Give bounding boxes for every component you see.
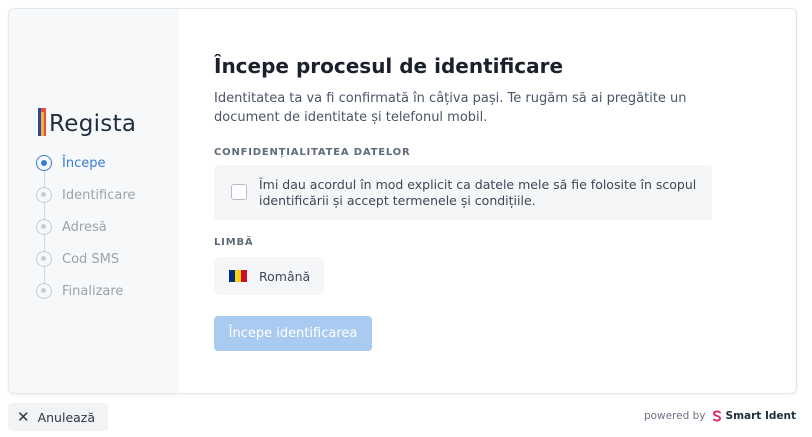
step-active-icon <box>36 155 52 171</box>
step-identificare: Identificare <box>36 179 136 219</box>
step-pending-icon <box>36 251 52 267</box>
page-title: Începe procesul de identificare <box>214 54 564 78</box>
cancel-button[interactable]: ✕ Anulează <box>8 403 108 431</box>
step-label: Cod SMS <box>62 251 120 267</box>
romania-flag-icon <box>229 270 247 282</box>
language-section-label: LIMBĂ <box>214 237 254 248</box>
smart-ident-brand[interactable]: Smart Ident <box>711 410 796 422</box>
logo-mark-icon <box>38 108 48 136</box>
consent-box[interactable]: Îmi dau acordul în mod explicit ca datel… <box>214 165 712 220</box>
intro-text: Identitatea ta va fi confirmată în câțiv… <box>214 91 687 125</box>
step-connector <box>43 203 45 219</box>
step-finalizare: Finalizare <box>36 275 135 307</box>
step-pending-icon <box>36 187 52 203</box>
consent-checkbox[interactable] <box>231 184 247 200</box>
identification-card: Regista Începe Identificare Adresă Cod S… <box>8 8 797 394</box>
start-identification-button[interactable]: Începe identificarea <box>214 316 372 351</box>
step-label: Începe <box>62 155 106 171</box>
privacy-section-label: CONFIDENȚIALITATEA DATELOR <box>214 147 411 158</box>
step-pending-icon <box>36 219 52 235</box>
smart-ident-logo-icon <box>712 410 721 422</box>
powered-by-text: powered by <box>643 410 706 422</box>
consent-text[interactable]: Îmi dau acordul în mod explicit ca datel… <box>259 177 699 209</box>
powered-by: powered by Smart Ident <box>644 410 796 422</box>
step-adresa: Adresă <box>36 211 135 251</box>
step-connector <box>43 267 45 283</box>
step-label: Identificare <box>62 187 136 203</box>
cancel-label: Anulează <box>37 409 96 425</box>
step-label: Finalizare <box>62 283 124 299</box>
language-value: Română <box>259 268 311 284</box>
language-selector[interactable]: Română <box>214 257 324 295</box>
step-connector <box>43 171 45 187</box>
regista-logo: Regista <box>38 100 136 136</box>
step-label: Adresă <box>62 219 107 235</box>
step-cod-sms: Cod SMS <box>36 243 135 283</box>
step-pending-icon <box>36 283 52 299</box>
sidebar: Regista Începe Identificare Adresă Cod S… <box>9 9 179 393</box>
step-incepe: Începe <box>36 147 135 187</box>
logo-text: Regista <box>49 111 137 137</box>
brand-name: Smart Ident <box>725 410 796 422</box>
step-connector <box>43 235 45 251</box>
close-icon: ✕ <box>17 407 30 426</box>
main-content: Începe procesul de identificare Identita… <box>214 9 796 393</box>
step-list: Începe Identificare Adresă Cod SMS Final <box>36 147 135 307</box>
